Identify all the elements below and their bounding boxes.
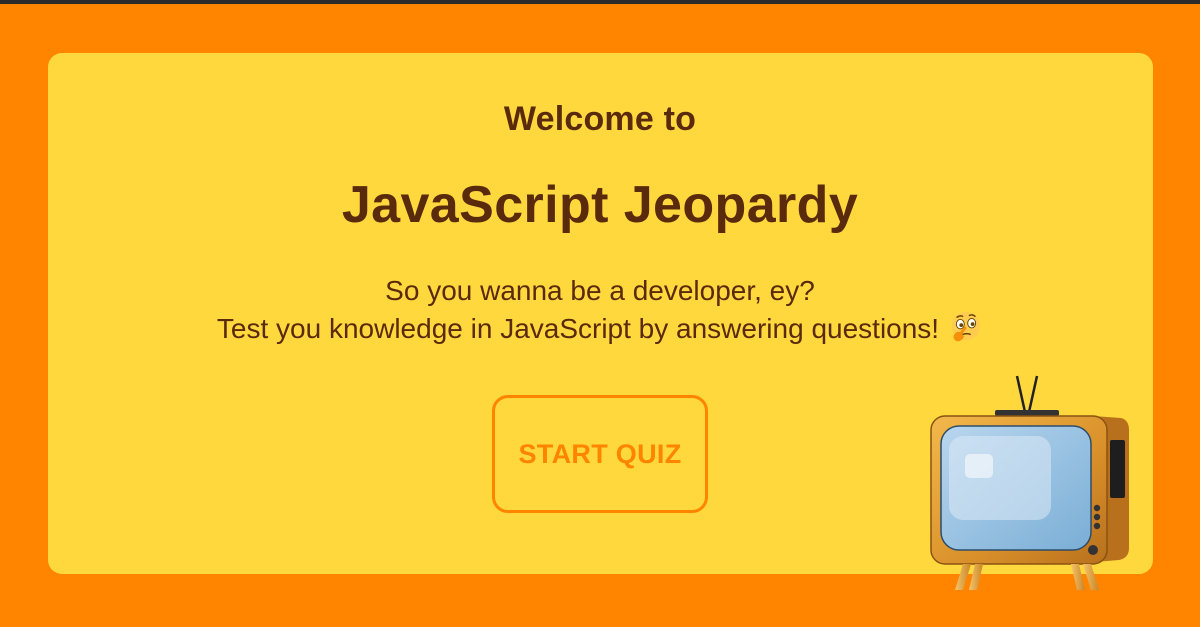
page-title: JavaScript Jeopardy bbox=[341, 176, 859, 234]
intro-line-1: So you wanna be a developer, ey? bbox=[385, 275, 815, 306]
intro-line-2-text: Test you knowledge in JavaScript by answ… bbox=[216, 313, 940, 344]
retro-tv-icon bbox=[930, 375, 1129, 590]
intro-text: So you wanna be a developer, ey? Test yo… bbox=[0, 272, 1200, 348]
welcome-heading: Welcome to bbox=[503, 100, 697, 138]
start-quiz-button[interactable]: START QUIZ bbox=[492, 395, 708, 513]
intro-line-2: Test you knowledge in JavaScript by answ… bbox=[0, 310, 1200, 348]
window-top-border bbox=[0, 0, 1200, 4]
thinking-face-icon bbox=[951, 311, 981, 342]
